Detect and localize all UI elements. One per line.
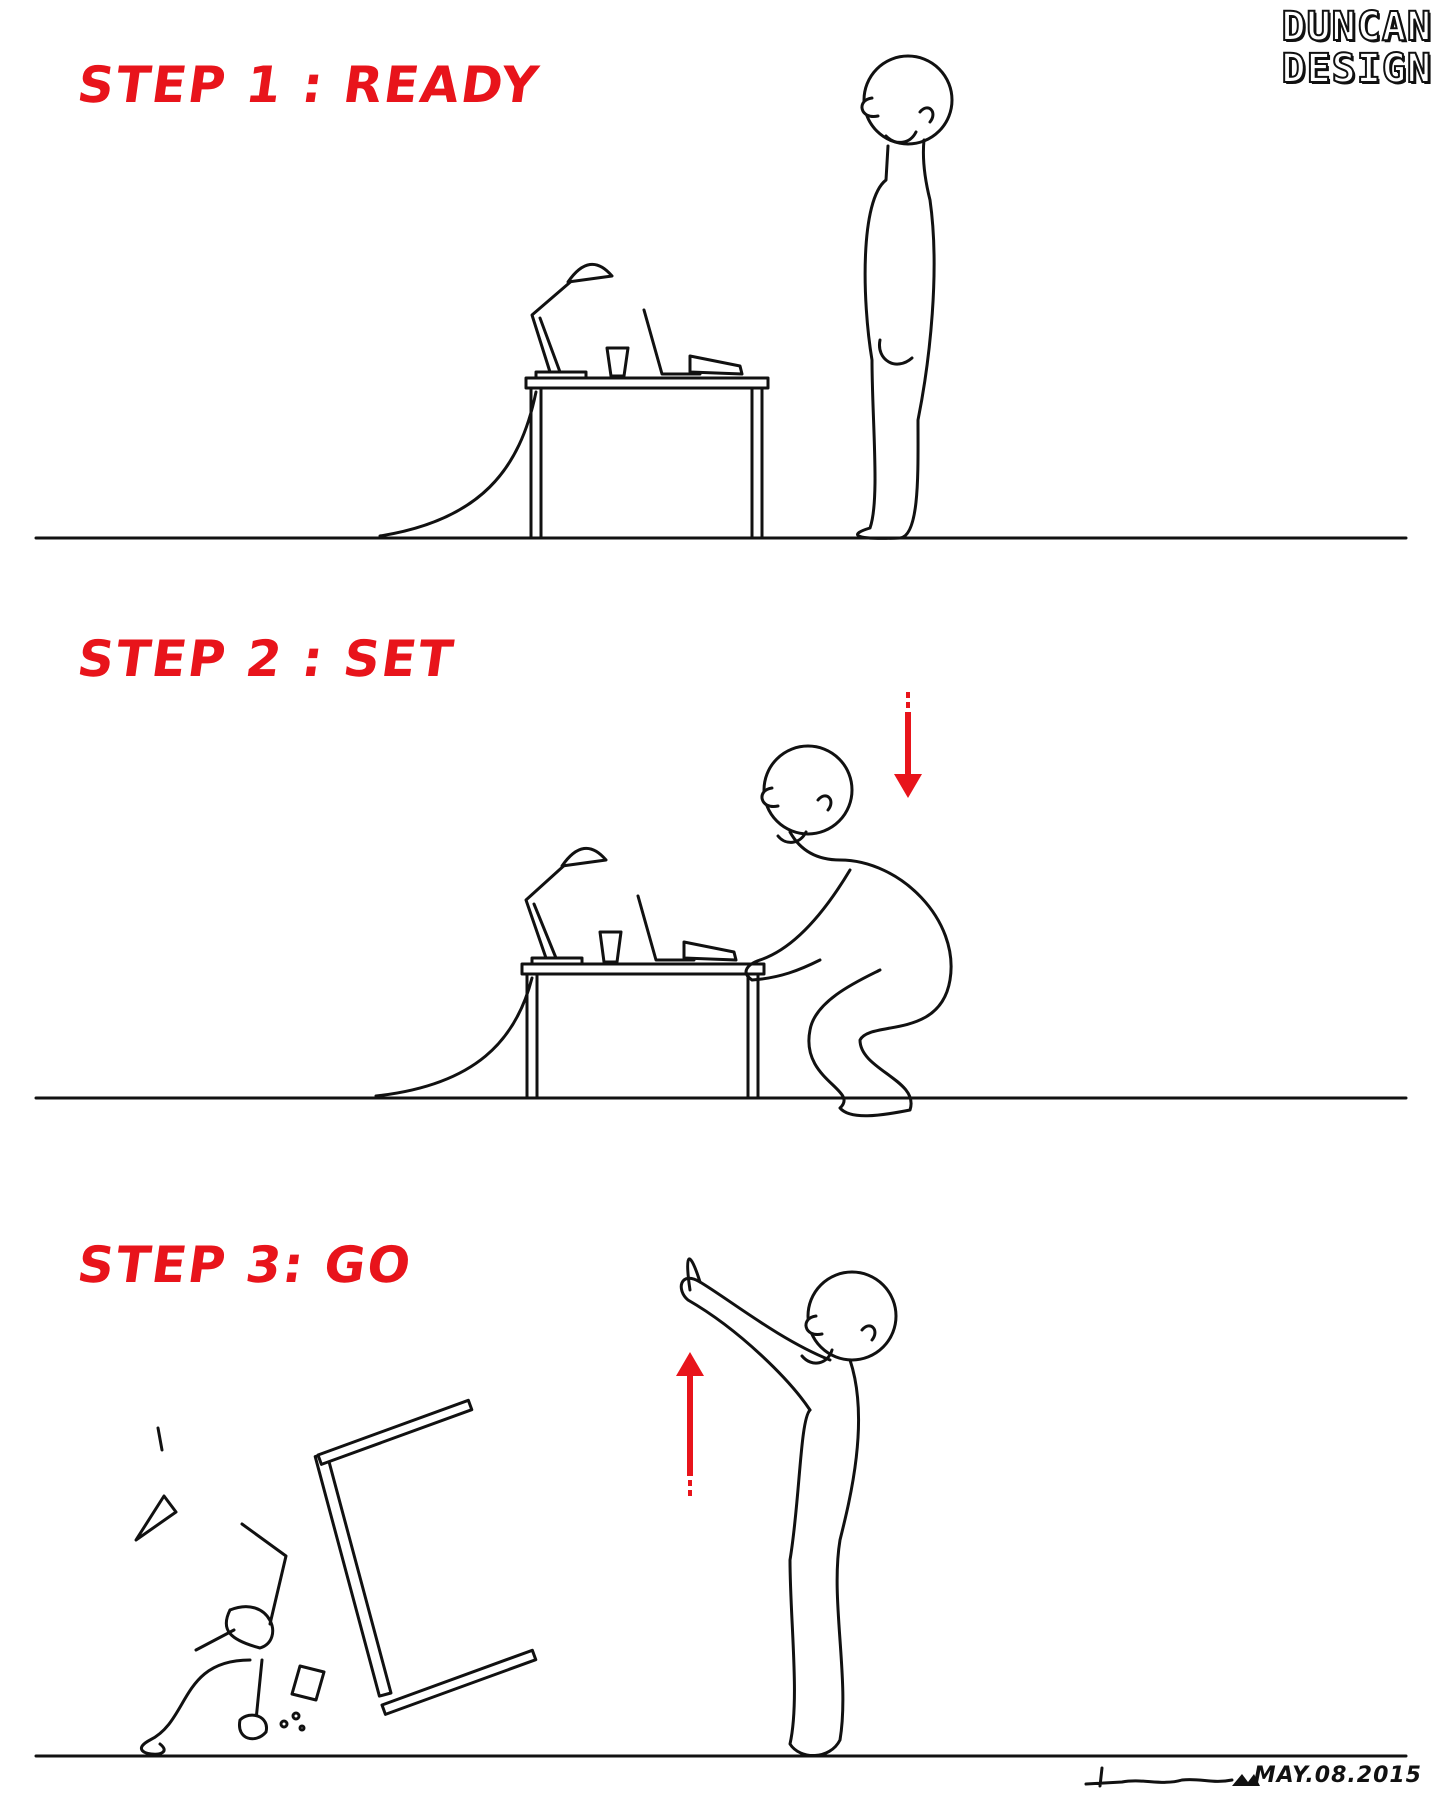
desk-lamp: [524, 847, 608, 966]
cup: [605, 346, 630, 378]
desk: [524, 376, 770, 540]
signature-scribble-icon: [1084, 1766, 1260, 1788]
step-2-drawing: [34, 692, 1408, 1118]
up-arrow-icon: [676, 1352, 704, 1496]
cable: [374, 976, 534, 1098]
spilled-cup: [279, 1664, 326, 1732]
desk: [520, 962, 766, 1100]
laptop: [642, 308, 744, 376]
person-arms-raised: [679, 1257, 898, 1757]
cable: [378, 390, 538, 538]
down-arrow-icon: [894, 692, 922, 798]
step-3-drawing: [34, 1257, 1408, 1758]
panel-step-1: STEP 1 : READY: [0, 0, 1440, 560]
laptop: [636, 894, 738, 962]
panel-step-2: STEP 2 : SET: [0, 560, 1440, 1120]
signature: MAY.08.2015: [1082, 1756, 1422, 1796]
cable: [140, 1658, 252, 1756]
broken-lamp: [134, 1426, 288, 1741]
step-1-drawing: [34, 54, 1408, 540]
person-crouching: [744, 744, 953, 1118]
panel-step-3: STEP 3: GO: [0, 1120, 1440, 1800]
desk-lamp: [530, 263, 614, 380]
person-standing: [856, 54, 954, 540]
signature-date: MAY.08.2015: [1253, 1763, 1422, 1788]
cup: [598, 930, 623, 964]
flying-desk: [313, 1398, 538, 1716]
